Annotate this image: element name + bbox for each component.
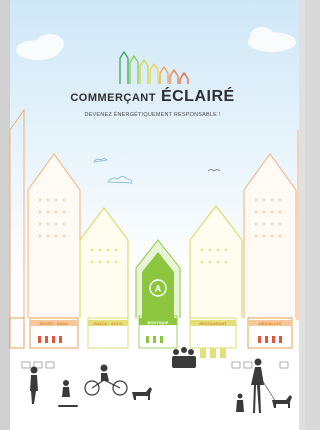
brand-title-eclaire: ÉCLAIRÉ [160, 88, 235, 105]
dog-on-leash-icon [261, 379, 292, 408]
cloud-left [16, 34, 64, 60]
pedestrian-woman-icon [251, 358, 264, 413]
cloud-middle [93, 158, 133, 184]
cafe-tables-icon [200, 348, 226, 358]
cafe-crowd-icon [172, 347, 196, 368]
pedestrian-man-icon [30, 366, 38, 404]
street-illustration: A SPORT · ADDO SNACK · ACCO BOUTIQUE RES… [9, 27, 299, 413]
brand-title-commercant: COMMERÇANT [70, 92, 156, 104]
storefront-sign-restaurant: RESTAURANT [199, 321, 227, 326]
storefront-sign-medailles: MÉDAILLES [258, 321, 281, 326]
cloud-right [248, 27, 296, 52]
energy-label-letter: A [155, 284, 162, 294]
cyclist-icon [84, 364, 128, 396]
building-left [27, 153, 81, 321]
child-icon [236, 393, 244, 412]
brand-tagline: DEVENEZ ÉNERGÉTIQUEMENT RESPONSABLE ! [84, 112, 221, 118]
building-right [243, 153, 297, 321]
bird-icon [207, 169, 221, 172]
poster: A SPORT · ADDO SNACK · ACCO BOUTIQUE RES… [0, 0, 305, 430]
storefront-sign-snack: SNACK · ACCO [93, 321, 122, 326]
brand-title: COMMERÇANT ÉCLAIRÉ [0, 88, 305, 106]
street-bollards [21, 361, 289, 369]
storefront-sign-boutique: BOUTIQUE [147, 320, 168, 325]
dog-icon [132, 387, 152, 400]
energy-bars-logo-icon [119, 50, 189, 84]
child-skateboard-icon [58, 380, 78, 407]
building-right-mid [189, 205, 243, 321]
building-left-mid [79, 207, 129, 321]
building-far-left [9, 108, 25, 320]
storefront-sign-sport: SPORT · ADDO [40, 321, 69, 326]
